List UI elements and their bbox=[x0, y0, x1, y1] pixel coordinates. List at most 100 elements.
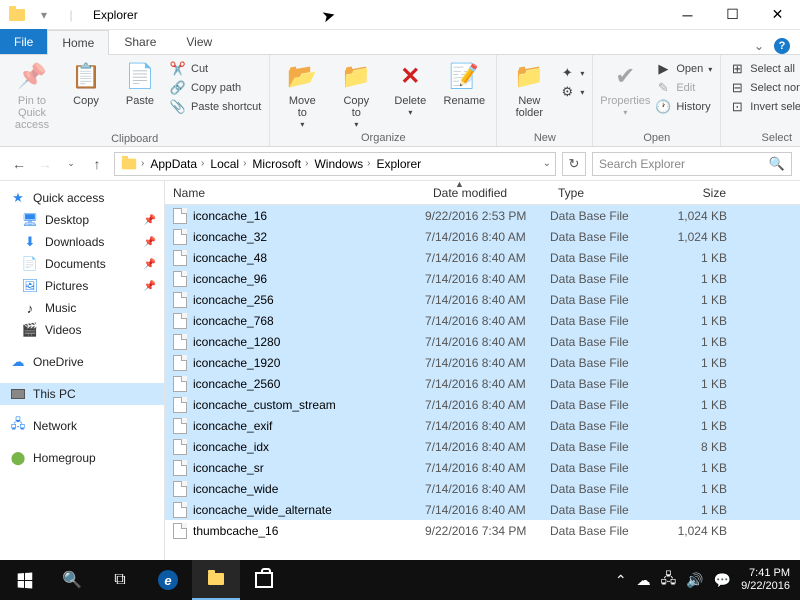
sidebar-network[interactable]: 🖧Network bbox=[0, 415, 164, 437]
file-rows[interactable]: iconcache_169/22/2016 2:53 PMData Base F… bbox=[165, 205, 800, 566]
table-row[interactable]: iconcache_sr7/14/2016 8:40 AMData Base F… bbox=[165, 457, 800, 478]
newitem-button[interactable]: ✦▾ bbox=[559, 65, 584, 81]
table-row[interactable]: iconcache_19207/14/2016 8:40 AMData Base… bbox=[165, 352, 800, 373]
ribbon: 📌Pin to Quick access 📋Copy 📄Paste ✂️Cut … bbox=[0, 55, 800, 147]
taskview-icon[interactable]: ⧉ bbox=[96, 560, 144, 600]
breadcrumb-item[interactable]: Microsoft› bbox=[250, 157, 310, 171]
taskbar-store[interactable] bbox=[240, 560, 288, 600]
table-row[interactable]: iconcache_wide7/14/2016 8:40 AMData Base… bbox=[165, 478, 800, 499]
back-button[interactable]: ← bbox=[8, 153, 30, 175]
refresh-button[interactable]: ↻ bbox=[562, 152, 586, 176]
breadcrumb-item[interactable]: AppData› bbox=[148, 157, 206, 171]
history-button[interactable]: 🕐History bbox=[655, 99, 712, 115]
pin-quickaccess-button[interactable]: 📌Pin to Quick access bbox=[8, 59, 56, 131]
table-row[interactable]: thumbcache_169/22/2016 7:34 PMData Base … bbox=[165, 520, 800, 541]
easyaccess-button[interactable]: ⚙▾ bbox=[559, 84, 584, 100]
table-row[interactable]: iconcache_25607/14/2016 8:40 AMData Base… bbox=[165, 373, 800, 394]
close-button[interactable]: ✕ bbox=[755, 0, 800, 30]
sidebar-item-downloads[interactable]: ⬇Downloads📌 bbox=[0, 231, 164, 253]
group-clipboard: 📌Pin to Quick access 📋Copy 📄Paste ✂️Cut … bbox=[0, 55, 270, 146]
tab-file[interactable]: File bbox=[0, 29, 47, 54]
breadcrumb-item[interactable]: Local› bbox=[208, 157, 248, 171]
table-row[interactable]: iconcache_7687/14/2016 8:40 AMData Base … bbox=[165, 310, 800, 331]
col-date[interactable]: Date modified bbox=[425, 186, 550, 200]
tray-onedrive-icon[interactable]: ☁ bbox=[637, 572, 651, 589]
search-input[interactable]: Search Explorer 🔍 bbox=[592, 152, 792, 176]
qat-toggle[interactable]: ▾ bbox=[32, 3, 56, 27]
group-select: ⊞Select all ⊟Select none ⊡Invert selecti… bbox=[721, 55, 800, 146]
taskbar-clock[interactable]: 7:41 PM 9/22/2016 bbox=[741, 567, 790, 593]
table-row[interactable]: iconcache_327/14/2016 8:40 AMData Base F… bbox=[165, 226, 800, 247]
sidebar-item-desktop[interactable]: 🖥Desktop📌 bbox=[0, 209, 164, 231]
selectnone-button[interactable]: ⊟Select none bbox=[729, 80, 800, 96]
file-icon bbox=[173, 208, 187, 224]
invertselection-button[interactable]: ⊡Invert selection bbox=[729, 99, 800, 115]
sidebar-thispc[interactable]: This PC bbox=[0, 383, 164, 405]
tray-volume-icon[interactable]: 🔊 bbox=[686, 572, 703, 589]
ribbon-collapse-icon[interactable]: ⌄ bbox=[754, 39, 764, 53]
copy-button[interactable]: 📋Copy bbox=[62, 59, 110, 107]
up-button[interactable]: ↑ bbox=[86, 153, 108, 175]
tray-up-icon[interactable]: ⌃ bbox=[615, 572, 627, 589]
table-row[interactable]: iconcache_custom_stream7/14/2016 8:40 AM… bbox=[165, 394, 800, 415]
breadcrumb-item[interactable]: Windows› bbox=[312, 157, 372, 171]
copyto-button[interactable]: 📁Copy to▾ bbox=[332, 59, 380, 130]
selectall-button[interactable]: ⊞Select all bbox=[729, 61, 800, 77]
cut-button[interactable]: ✂️Cut bbox=[170, 61, 261, 77]
ribbon-tabs: File Home Share View ⌄ ? bbox=[0, 30, 800, 55]
edit-button[interactable]: ✎Edit bbox=[655, 80, 712, 96]
table-row[interactable]: iconcache_wide_alternate7/14/2016 8:40 A… bbox=[165, 499, 800, 520]
tab-share[interactable]: Share bbox=[109, 29, 171, 54]
group-label: New bbox=[505, 130, 584, 144]
newfolder-button[interactable]: 📁New folder bbox=[505, 59, 553, 119]
sidebar-item-pictures[interactable]: 🖼Pictures📌 bbox=[0, 275, 164, 297]
copypath-button[interactable]: 🔗Copy path bbox=[170, 80, 261, 96]
sidebar-onedrive[interactable]: ☁OneDrive bbox=[0, 351, 164, 373]
sidebar-item-documents[interactable]: 📄Documents📌 bbox=[0, 253, 164, 275]
recent-dropdown[interactable]: ⌄ bbox=[60, 153, 82, 175]
tab-home[interactable]: Home bbox=[47, 30, 109, 55]
search-placeholder: Search Explorer bbox=[599, 157, 685, 171]
delete-button[interactable]: ✕Delete▾ bbox=[386, 59, 434, 118]
search-icon[interactable]: 🔍 bbox=[769, 156, 785, 172]
open-button[interactable]: ▶Open▾ bbox=[655, 61, 712, 77]
breadcrumb-dropdown-icon[interactable]: ⌄ bbox=[543, 158, 551, 169]
file-icon bbox=[173, 481, 187, 497]
col-name[interactable]: Name bbox=[165, 186, 425, 200]
table-row[interactable]: iconcache_exif7/14/2016 8:40 AMData Base… bbox=[165, 415, 800, 436]
forward-button[interactable]: → bbox=[34, 153, 56, 175]
breadcrumb-root[interactable]: › bbox=[119, 158, 146, 170]
table-row[interactable]: iconcache_2567/14/2016 8:40 AMData Base … bbox=[165, 289, 800, 310]
maximize-button[interactable]: ☐ bbox=[710, 0, 755, 30]
moveto-button[interactable]: 📂Move to▾ bbox=[278, 59, 326, 130]
minimize-button[interactable]: ─ bbox=[665, 0, 710, 30]
col-size[interactable]: Size bbox=[665, 186, 745, 200]
paste-button[interactable]: 📄Paste bbox=[116, 59, 164, 107]
table-row[interactable]: iconcache_12807/14/2016 8:40 AMData Base… bbox=[165, 331, 800, 352]
col-type[interactable]: Type bbox=[550, 186, 665, 200]
taskbar-edge[interactable]: e bbox=[144, 560, 192, 600]
breadcrumb-item[interactable]: Explorer bbox=[374, 157, 423, 171]
pasteshortcut-button[interactable]: 📎Paste shortcut bbox=[170, 99, 261, 115]
taskbar-search-icon[interactable]: 🔍 bbox=[48, 560, 96, 600]
start-button[interactable] bbox=[0, 560, 48, 600]
file-icon bbox=[173, 229, 187, 245]
sidebar-homegroup[interactable]: ⬤Homegroup bbox=[0, 447, 164, 469]
taskbar-explorer[interactable] bbox=[192, 560, 240, 600]
properties-button[interactable]: ✔Properties▾ bbox=[601, 59, 649, 118]
tray-network-icon[interactable]: 🖧 bbox=[661, 568, 677, 592]
tray-notifications-icon[interactable]: 💬 bbox=[714, 572, 731, 589]
sort-indicator-icon: ▲ bbox=[455, 181, 464, 189]
rename-button[interactable]: 📝Rename bbox=[440, 59, 488, 107]
sidebar-item-music[interactable]: ♪Music bbox=[0, 297, 164, 319]
table-row[interactable]: iconcache_967/14/2016 8:40 AMData Base F… bbox=[165, 268, 800, 289]
help-icon[interactable]: ? bbox=[774, 38, 790, 54]
tab-view[interactable]: View bbox=[171, 29, 227, 54]
sidebar-quickaccess[interactable]: ★Quick access bbox=[0, 187, 164, 209]
breadcrumb[interactable]: › AppData› Local› Microsoft› Windows› Ex… bbox=[114, 152, 556, 176]
table-row[interactable]: iconcache_idx7/14/2016 8:40 AMData Base … bbox=[165, 436, 800, 457]
sidebar-item-videos[interactable]: 🎬Videos bbox=[0, 319, 164, 341]
file-icon bbox=[173, 418, 187, 434]
table-row[interactable]: iconcache_487/14/2016 8:40 AMData Base F… bbox=[165, 247, 800, 268]
table-row[interactable]: iconcache_169/22/2016 2:53 PMData Base F… bbox=[165, 205, 800, 226]
